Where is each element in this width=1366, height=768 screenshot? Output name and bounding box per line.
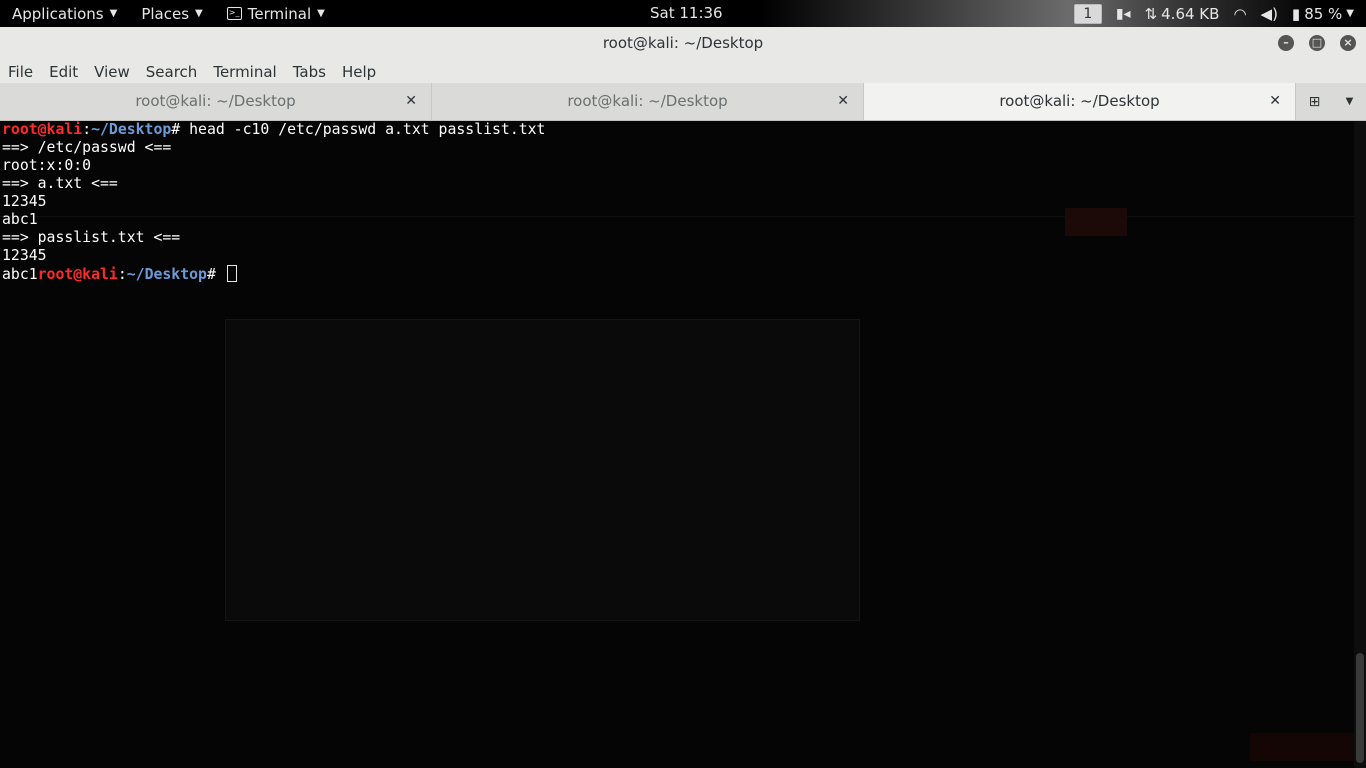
terminal-icon: >_ <box>226 7 242 20</box>
prompt-separator: : <box>82 121 92 138</box>
output-prefix: abc1 <box>2 266 38 283</box>
window-title: root@kali: ~/Desktop <box>602 34 764 52</box>
video-icon[interactable]: ▮◂ <box>1116 6 1131 22</box>
prompt-user: root@kali <box>37 266 118 283</box>
tab-2[interactable]: root@kali: ~/Desktop ✕ <box>432 83 864 120</box>
volume-icon[interactable]: ◀) <box>1261 5 1278 23</box>
prompt-symbol: # <box>171 121 190 138</box>
battery-status[interactable]: ▮ 85 % ▼ <box>1292 5 1354 23</box>
tab-3[interactable]: root@kali: ~/Desktop ✕ <box>864 83 1296 120</box>
terminal-view[interactable]: root@kali:~/Desktop# head -c10 /etc/pass… <box>0 121 1366 768</box>
applications-menu[interactable]: Applications ▼ <box>0 0 129 27</box>
menu-tabs[interactable]: Tabs <box>285 63 334 81</box>
terminal-scrollbar[interactable] <box>1354 121 1366 768</box>
text-cursor[interactable] <box>226 265 237 282</box>
output-line: ==> a.txt <== <box>2 175 118 192</box>
chevron-down-icon: ▼ <box>317 8 325 19</box>
new-tab-icon[interactable]: ⊞ <box>1309 94 1321 110</box>
prompt-path: ~/Desktop <box>91 121 172 138</box>
close-tab-icon[interactable]: ✕ <box>1269 83 1281 120</box>
terminal-app-menu[interactable]: >_ Terminal ▼ <box>215 0 337 27</box>
maximize-button[interactable]: □ <box>1309 35 1325 51</box>
menu-view[interactable]: View <box>86 63 138 81</box>
tab-label: root@kali: ~/Desktop <box>567 92 728 110</box>
prompt-symbol: # <box>206 266 225 283</box>
network-speed-value: 4.64 KB <box>1161 4 1220 23</box>
minimize-button[interactable]: – <box>1278 35 1294 51</box>
scrollbar-thumb[interactable] <box>1356 653 1364 763</box>
top-panel: Applications ▼ Places ▼ >_ Terminal ▼ Sa… <box>0 0 1366 27</box>
updown-arrows-icon: ⇅ <box>1144 4 1158 23</box>
terminal-output: root@kali:~/Desktop# head -c10 /etc/pass… <box>2 121 545 284</box>
output-line: abc1 <box>2 211 38 228</box>
menu-search[interactable]: Search <box>138 63 206 81</box>
clock[interactable]: Sat 11:36 <box>650 0 723 27</box>
menu-terminal[interactable]: Terminal <box>205 63 284 81</box>
tab-label: root@kali: ~/Desktop <box>135 92 296 110</box>
output-line: 12345 <box>2 247 47 264</box>
places-label: Places <box>141 4 190 23</box>
prompt-line: abc1root@kali:~/Desktop# <box>2 265 237 283</box>
tab-bar: root@kali: ~/Desktop ✕ root@kali: ~/Desk… <box>0 83 1366 121</box>
chevron-down-icon: ▼ <box>109 8 118 19</box>
prompt-line: root@kali:~/Desktop# head -c10 /etc/pass… <box>2 121 545 138</box>
command-text: head -c10 /etc/passwd a.txt passlist.txt <box>189 121 546 138</box>
wifi-icon[interactable]: ◠ <box>1233 5 1246 23</box>
tab-label: root@kali: ~/Desktop <box>999 92 1160 110</box>
background-ghost-button <box>1065 208 1127 236</box>
close-button[interactable]: × <box>1340 35 1356 51</box>
system-tray: 1 ▮◂ ⇅ 4.64 KB ◠ ◀) ▮ 85 % ▼ <box>1073 0 1354 27</box>
menu-bar: File Edit View Search Terminal Tabs Help <box>0 60 1366 83</box>
prompt-separator: : <box>117 266 127 283</box>
applications-label: Applications <box>12 4 104 23</box>
output-line: ==> /etc/passwd <== <box>2 139 172 156</box>
workspace-indicator[interactable]: 1 <box>1073 3 1102 24</box>
menu-edit[interactable]: Edit <box>41 63 86 81</box>
output-line: ==> passlist.txt <== <box>2 229 181 246</box>
tab-list-chevron-icon[interactable]: ▼ <box>1346 96 1354 107</box>
menu-file[interactable]: File <box>0 63 41 81</box>
tab-tools: ⊞ ▼ <box>1296 83 1366 120</box>
chevron-down-icon: ▼ <box>195 8 203 19</box>
window-titlebar[interactable]: root@kali: ~/Desktop – □ × <box>0 27 1366 60</box>
prompt-path: ~/Desktop <box>126 266 207 283</box>
chevron-down-icon: ▼ <box>1346 8 1354 19</box>
network-speed[interactable]: ⇅ 4.64 KB <box>1145 5 1220 23</box>
prompt-user: root@kali <box>2 121 83 138</box>
tab-1[interactable]: root@kali: ~/Desktop ✕ <box>0 83 432 120</box>
close-tab-icon[interactable]: ✕ <box>837 83 849 120</box>
background-ghost-panel <box>225 319 860 621</box>
close-tab-icon[interactable]: ✕ <box>405 83 417 120</box>
menu-help[interactable]: Help <box>334 63 384 81</box>
background-ghost-button <box>1250 733 1360 761</box>
battery-level: 85 % <box>1304 4 1343 23</box>
output-line: 12345 <box>2 193 47 210</box>
terminal-app-label: Terminal <box>247 4 312 23</box>
output-line: root:x:0:0 <box>2 157 92 174</box>
battery-icon: ▮ <box>1291 4 1301 23</box>
places-menu[interactable]: Places ▼ <box>129 0 214 27</box>
